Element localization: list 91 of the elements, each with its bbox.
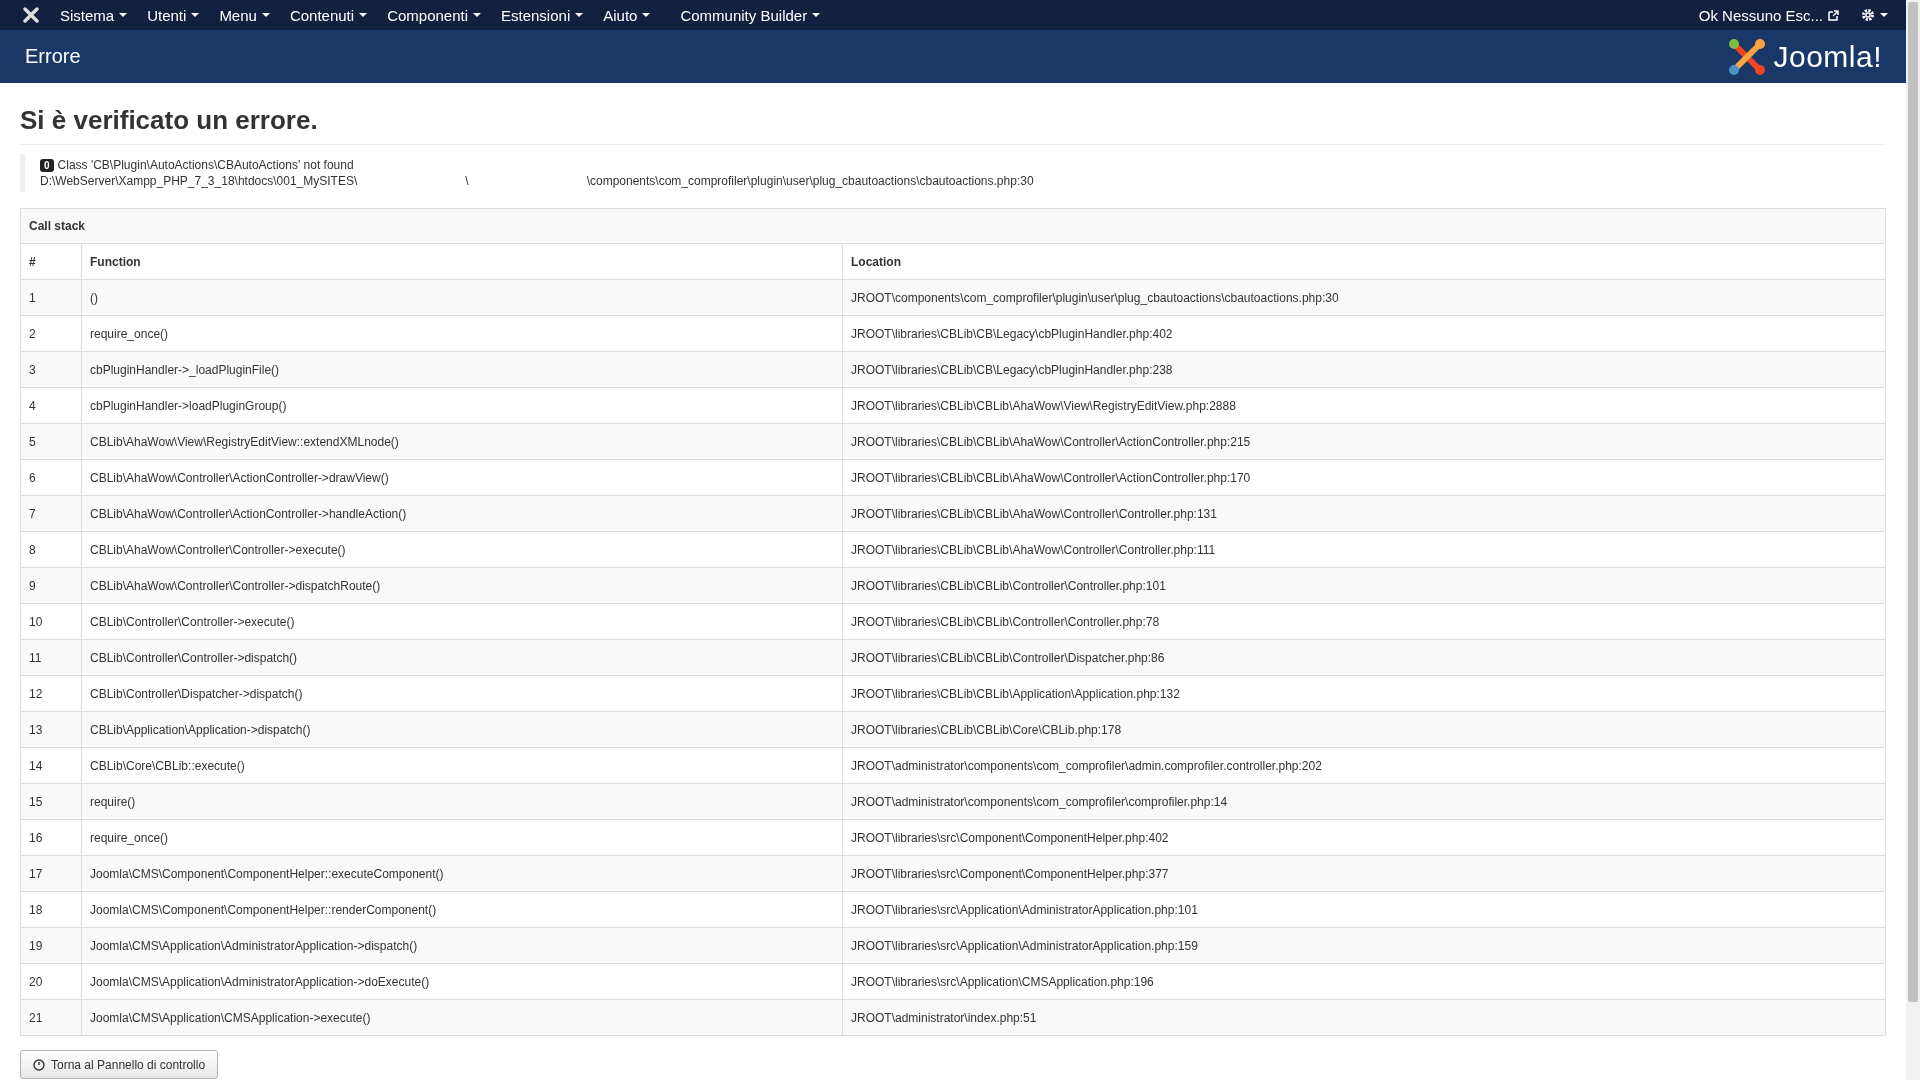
table-cell: JROOT\libraries\CBLib\CB\Legacy\cbPluginHandler.php:402 xyxy=(842,316,1885,351)
table-cell-text: 20 xyxy=(28,973,44,991)
dashboard-icon xyxy=(33,1058,45,1071)
table-cell-text: 8 xyxy=(28,541,37,559)
table-cell-text: 12 xyxy=(28,685,44,703)
back-button[interactable]: Torna al Pannello di controllo xyxy=(20,1050,219,1079)
logo-text: Joomla! xyxy=(1773,39,1882,74)
nav-menu[interactable]: Utenti xyxy=(147,6,200,24)
table-cell: CBLib\Controller\Controller->execute() xyxy=(81,604,842,639)
table-cell-text: 18 xyxy=(28,901,44,919)
table-cell: JROOT\libraries\CBLib\CB\Legacy\cbPluginHandler.php:238 xyxy=(842,352,1885,387)
table-cell: JROOT\libraries\CBLib\CBLib\Controller\Controller.php:78 xyxy=(842,604,1885,639)
table-cell: Joomla\CMS\Application\AdministratorApplication->doExecute() xyxy=(81,964,842,999)
table-cell: JROOT\libraries\CBLib\CBLib\Controller\Dispatcher.php:86 xyxy=(842,640,1885,675)
table-cell: cbPluginHandler->loadPluginGroup() xyxy=(81,388,842,423)
table-cell: CBLib\AhaWow\Controller\ActionController->handleAction() xyxy=(81,496,842,531)
error-message: Class 'CB\Plugin\AutoActions\CBAutoActions' not found xyxy=(57,158,354,172)
table-cell-text: 7 xyxy=(28,505,37,523)
table-cell-text: 19 xyxy=(28,937,44,955)
table-cell-text: 11 xyxy=(28,649,43,667)
table-cell-text: 16 xyxy=(28,829,44,847)
table-cell: JROOT\libraries\src\Application\AdministratorApplication.php:159 xyxy=(842,928,1885,963)
error-heading: Si è verificato un errore. xyxy=(20,105,1886,145)
table-cell: JROOT\libraries\CBLib\CBLib\AhaWow\Controller\ActionController.php:215 xyxy=(842,424,1885,459)
table-cell: JROOT\administrator\components\com_comprofiler\admin.comprofiler.controller.php:202 xyxy=(842,748,1885,783)
table-cell: JROOT\libraries\CBLib\CBLib\Controller\Controller.php:101 xyxy=(842,568,1885,603)
table-cell: Joomla\CMS\Application\CMSApplication->execute() xyxy=(81,1000,842,1035)
joomla-logo-icon xyxy=(1727,36,1768,77)
page-title: Errore xyxy=(25,45,81,68)
file-path: \components\com_comprofiler\plugin\user\plug_cbautoactions\cbautoactions.php:30 xyxy=(586,174,1034,188)
table-cell: Joomla\CMS\Component\ComponentHelper::renderComponent() xyxy=(81,892,842,927)
table-cell: JROOT\libraries\src\Application\CMSApplication.php:196 xyxy=(842,964,1885,999)
table-cell: CBLib\Controller\Dispatcher->dispatch() xyxy=(81,676,842,711)
table-cell: JROOT\libraries\CBLib\CBLib\AhaWow\Controller\Controller.php:131 xyxy=(842,496,1885,531)
table-cell-text: 4 xyxy=(28,397,37,415)
table-cell: cbPluginHandler->_loadPluginFile() xyxy=(81,352,842,387)
file-path: D:\WebServer\Xampp_PHP_7_3_18\htdocs\001_MySITES\ xyxy=(40,174,358,188)
settings-menu[interactable] xyxy=(1861,8,1888,22)
table-cell-text: 10 xyxy=(28,613,44,631)
external-link-icon xyxy=(1828,9,1839,21)
joomla-icon[interactable] xyxy=(22,6,40,24)
nav-menu[interactable]: Aiuto xyxy=(603,6,651,24)
table-cell-text: 3 xyxy=(28,361,37,379)
nav-menu[interactable]: Contenuti xyxy=(289,6,368,24)
column-header: # xyxy=(28,253,37,271)
table-cell-text: 9 xyxy=(28,577,37,595)
user-link[interactable]: Ok Nessuno Esc... xyxy=(1698,6,1839,24)
table-cell-text: 17 xyxy=(28,865,44,883)
table-cell: CBLib\AhaWow\Controller\Controller->execute() xyxy=(81,532,842,567)
table-cell: CBLib\Core\CBLib::execute() xyxy=(81,748,842,783)
nav-menu[interactable]: Sistema xyxy=(60,6,128,24)
nav-menu[interactable]: Menu xyxy=(219,6,270,24)
table-cell: CBLib\AhaWow\View\RegistryEditView::extendXMLnode() xyxy=(81,424,842,459)
table-cell: JROOT\libraries\CBLib\CBLib\AhaWow\Controller\Controller.php:111 xyxy=(842,532,1885,567)
table-cell-text: 21 xyxy=(28,1009,44,1027)
settings-icon xyxy=(1861,8,1875,22)
table-cell: require_once() xyxy=(81,820,842,855)
table-cell: JROOT\libraries\CBLib\CBLib\AhaWow\Controller\ActionController.php:170 xyxy=(842,460,1885,495)
table-cell: JROOT\administrator\components\com_comprofiler\comprofiler.php:14 xyxy=(842,784,1885,819)
error-code-badge: 0 xyxy=(40,158,54,172)
table-cell: Joomla\CMS\Component\ComponentHelper::executeComponent() xyxy=(81,856,842,891)
table-cell: JROOT\components\com_comprofiler\plugin\user\plug_cbautoactions\cbautoactions.php:30 xyxy=(842,280,1885,315)
table-cell-text: 6 xyxy=(28,469,37,487)
file-path: \ xyxy=(465,174,469,188)
table-cell-text: 14 xyxy=(28,757,44,775)
nav-menu[interactable]: Componenti xyxy=(387,6,481,24)
table-cell: CBLib\AhaWow\Controller\ActionController->drawView() xyxy=(81,460,842,495)
table-cell: require() xyxy=(81,784,842,819)
nav-menu[interactable]: Community Builder xyxy=(680,6,821,24)
column-header: Function xyxy=(81,244,842,279)
table-cell-text: 15 xyxy=(28,793,44,811)
table-cell-text: 5 xyxy=(28,433,37,451)
table-cell: () xyxy=(81,280,842,315)
table-cell-text: 1 xyxy=(28,289,37,307)
table-cell: JROOT\libraries\src\Application\AdministratorApplication.php:101 xyxy=(842,892,1885,927)
table-cell: JROOT\libraries\CBLib\CBLib\AhaWow\View\RegistryEditView.php:2888 xyxy=(842,388,1885,423)
nav-menu[interactable]: Estensioni xyxy=(501,6,584,24)
table-cell: CBLib\Application\Application->dispatch() xyxy=(81,712,842,747)
table-cell: JROOT\libraries\CBLib\CBLib\Core\CBLib.php:178 xyxy=(842,712,1885,747)
table-cell: JROOT\libraries\src\Component\ComponentHelper.php:377 xyxy=(842,856,1885,891)
table-cell: Joomla\CMS\Application\AdministratorApplication->dispatch() xyxy=(81,928,842,963)
table-cell-text: 2 xyxy=(28,325,37,343)
table-caption: Call stack xyxy=(21,209,1885,244)
table-cell: CBLib\AhaWow\Controller\Controller->dispatchRoute() xyxy=(81,568,842,603)
table-cell-text: 13 xyxy=(28,721,44,739)
column-header: Location xyxy=(842,244,1885,279)
table-cell: JROOT\libraries\src\Component\ComponentHelper.php:402 xyxy=(842,820,1885,855)
table-cell: CBLib\Controller\Controller->dispatch() xyxy=(81,640,842,675)
table-cell: require_once() xyxy=(81,316,842,351)
table-cell: JROOT\administrator\index.php:51 xyxy=(842,1000,1885,1035)
table-cell: JROOT\libraries\CBLib\CBLib\Application\Application.php:132 xyxy=(842,676,1885,711)
